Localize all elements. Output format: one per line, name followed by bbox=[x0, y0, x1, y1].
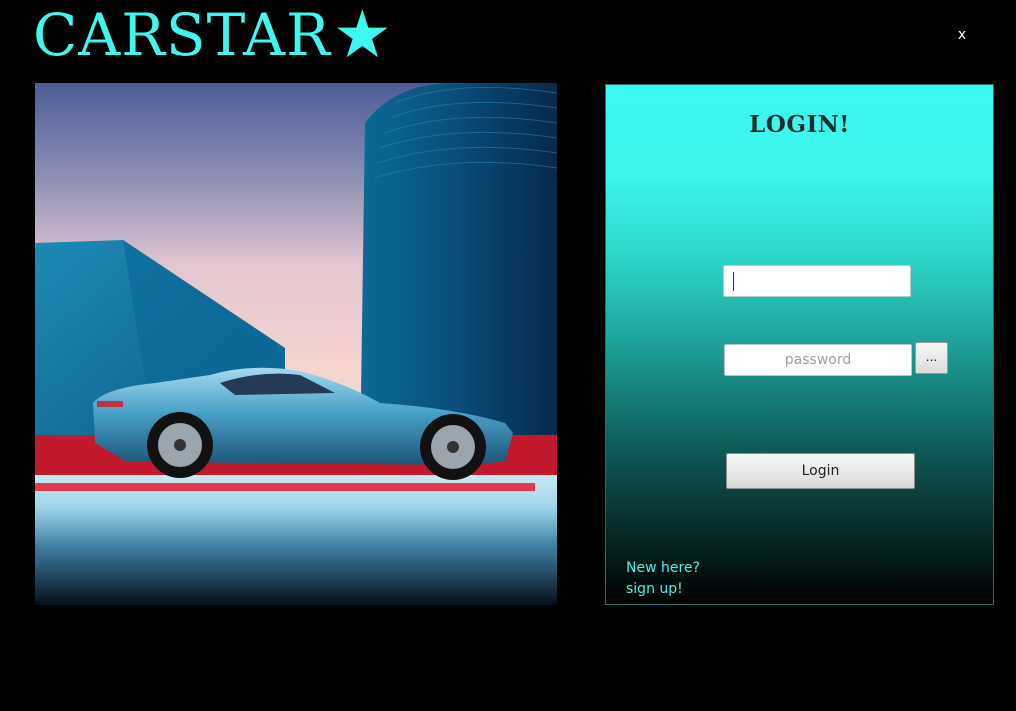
star-icon: ★ bbox=[332, 0, 393, 73]
text-caret bbox=[733, 272, 734, 291]
hero-car-image bbox=[35, 83, 557, 605]
login-window: CARSTAR ★ x LOGIN! password ... Login Ne… bbox=[0, 0, 1016, 711]
password-input[interactable]: password bbox=[724, 344, 912, 376]
username-input[interactable] bbox=[723, 265, 911, 297]
signup-line-1: New here? bbox=[626, 560, 700, 576]
login-title: LOGIN! bbox=[749, 111, 850, 138]
signup-link[interactable]: New here? sign up! bbox=[626, 558, 700, 600]
login-button[interactable]: Login bbox=[726, 453, 915, 489]
brand-name: CARSTAR bbox=[33, 1, 331, 69]
brand-logo: CARSTAR ★ bbox=[33, 0, 393, 70]
signup-line-2: sign up! bbox=[626, 581, 683, 597]
login-panel: LOGIN! password ... Login New here? sign… bbox=[605, 84, 994, 605]
show-password-button[interactable]: ... bbox=[915, 342, 948, 374]
close-button[interactable]: x bbox=[950, 22, 974, 48]
